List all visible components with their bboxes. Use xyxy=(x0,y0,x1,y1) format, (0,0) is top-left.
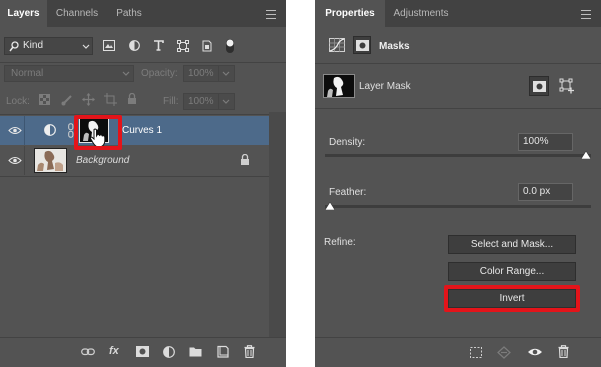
opacity-label: Opacity: xyxy=(141,68,178,79)
divider xyxy=(315,108,601,109)
chevron-down-icon xyxy=(122,71,130,76)
masks-title: Masks xyxy=(379,41,410,52)
filter-shape-icon[interactable] xyxy=(177,40,189,52)
layer-name[interactable]: Background xyxy=(76,155,129,166)
mask-icon xyxy=(356,40,369,51)
add-mask-icon[interactable] xyxy=(136,346,149,357)
fill-value: 100% xyxy=(188,96,214,107)
feather-input[interactable]: 0.0 px xyxy=(518,183,573,201)
highlight-box-mask-thumbnail xyxy=(74,115,122,150)
filter-smart-object-icon[interactable] xyxy=(201,40,212,52)
blend-mode-select[interactable]: Normal xyxy=(4,65,134,82)
properties-tabbar: Properties Adjustments xyxy=(315,0,601,27)
folder-icon[interactable] xyxy=(189,346,202,357)
opacity-value: 100% xyxy=(188,68,214,79)
chevron-down-icon xyxy=(82,44,90,49)
layers-scrollbar[interactable] xyxy=(269,112,286,337)
properties-bottom-toolbar xyxy=(315,338,601,367)
feather-slider-track[interactable] xyxy=(325,205,591,208)
layer-mask-preview xyxy=(323,74,355,98)
layers-bottom-toolbar: fx xyxy=(0,338,286,367)
select-and-mask-button[interactable]: Select and Mask... xyxy=(448,235,576,254)
lock-all-icon[interactable] xyxy=(127,93,137,105)
fill-label: Fill: xyxy=(163,96,179,107)
density-input[interactable]: 100% xyxy=(518,133,573,151)
curves-properties-icon[interactable] xyxy=(329,38,345,52)
tab-paths[interactable]: Paths xyxy=(106,0,152,27)
layers-panel: Layers Channels Paths Kind Normal Opacit… xyxy=(0,0,286,367)
layer-filter-kind-select[interactable]: Kind xyxy=(4,37,93,55)
panel-menu-icon[interactable] xyxy=(581,10,591,19)
filter-kind-label: Kind xyxy=(23,40,44,51)
layer-row-background[interactable]: Background xyxy=(0,146,269,175)
lock-image-pixels-icon[interactable] xyxy=(61,94,73,106)
lock-transparent-pixels-icon[interactable] xyxy=(39,94,50,105)
density-slider-thumb[interactable] xyxy=(581,151,591,159)
lock-position-icon[interactable] xyxy=(82,93,95,106)
delete-mask-icon[interactable] xyxy=(558,345,569,358)
lock-label: Lock: xyxy=(6,96,30,107)
trash-icon[interactable] xyxy=(244,345,255,358)
filter-adjustment-icon[interactable] xyxy=(129,40,140,51)
feather-label: Feather: xyxy=(329,187,367,198)
density-label: Density: xyxy=(329,137,366,148)
highlight-box-invert xyxy=(444,285,580,312)
lock-icon xyxy=(241,154,249,165)
masks-tab-button[interactable] xyxy=(353,36,371,54)
eye-visibility-icon[interactable] xyxy=(8,126,22,135)
mask-figure-icon xyxy=(324,75,354,97)
search-icon xyxy=(9,41,19,52)
density-slider-track[interactable] xyxy=(325,154,591,157)
pixel-mask-icon xyxy=(533,81,546,92)
divider xyxy=(0,62,286,63)
refine-label: Refine: xyxy=(324,237,356,248)
curves-adjustment-icon xyxy=(44,124,56,136)
layer-name[interactable]: Curves 1 xyxy=(122,125,162,136)
divider xyxy=(0,176,269,177)
chevron-down-icon xyxy=(222,71,230,76)
load-selection-icon[interactable] xyxy=(470,347,482,358)
layer-mask-label: Layer Mask xyxy=(359,81,411,92)
layer-thumbnail[interactable] xyxy=(34,148,67,173)
tab-adjustments[interactable]: Adjustments xyxy=(386,0,456,27)
tab-channels[interactable]: Channels xyxy=(48,0,106,27)
apply-mask-icon[interactable] xyxy=(497,346,511,359)
divider xyxy=(0,114,286,115)
divider xyxy=(315,63,601,64)
eye-visibility-icon[interactable] xyxy=(8,156,22,165)
fill-field[interactable]: 100% xyxy=(183,93,235,110)
properties-panel: Properties Adjustments Masks Layer Mask xyxy=(315,0,601,367)
tab-layers[interactable]: Layers xyxy=(0,0,47,27)
select-pixel-mask-button[interactable] xyxy=(529,76,549,96)
blend-mode-value: Normal xyxy=(11,68,44,79)
new-layer-icon[interactable] xyxy=(217,345,229,358)
filter-pixel-icon[interactable] xyxy=(103,40,115,51)
photo-thumbnail-icon xyxy=(35,149,66,172)
panel-menu-icon[interactable] xyxy=(266,10,276,19)
filter-type-icon[interactable] xyxy=(153,40,164,51)
tab-properties[interactable]: Properties xyxy=(315,0,385,27)
link-icon[interactable] xyxy=(81,348,95,356)
filter-toggle-icon[interactable] xyxy=(224,37,236,55)
color-range-button[interactable]: Color Range... xyxy=(448,262,576,281)
lock-artboard-icon[interactable] xyxy=(104,93,117,106)
layer-row-curves-1[interactable]: Curves 1 xyxy=(0,116,269,147)
layers-tabbar: Layers Channels Paths xyxy=(0,0,286,27)
fx-icon[interactable]: fx xyxy=(109,345,119,357)
feather-slider-thumb[interactable] xyxy=(325,202,335,210)
adjustment-icon[interactable] xyxy=(163,346,175,358)
add-vector-mask-icon[interactable] xyxy=(559,78,575,94)
chevron-down-icon xyxy=(222,99,230,104)
opacity-field[interactable]: 100% xyxy=(183,65,235,82)
eye-toggle-mask-icon[interactable] xyxy=(527,347,543,357)
